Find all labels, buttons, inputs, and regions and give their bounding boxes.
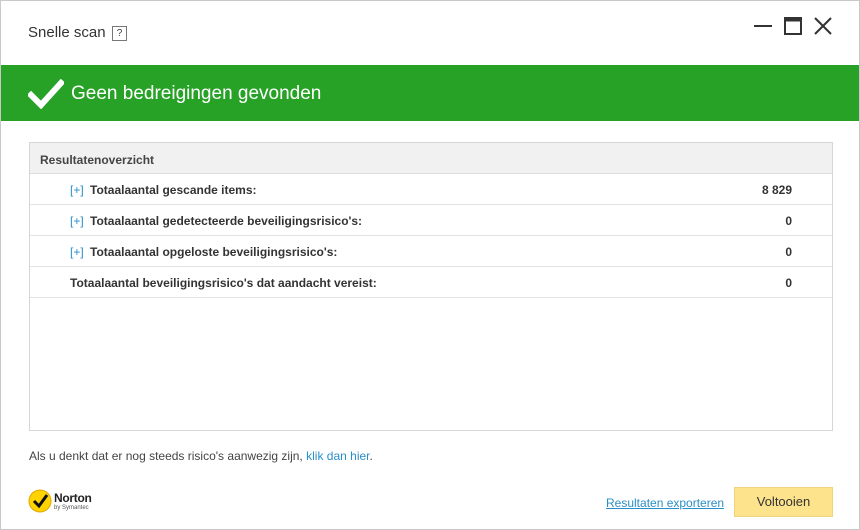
footnote-text: Als u denkt dat er nog steeds risico's a…: [29, 449, 303, 463]
maximize-icon: [784, 17, 802, 35]
close-icon: [814, 17, 832, 35]
checkmark-icon: [28, 79, 64, 109]
window-title: Snelle scan: [28, 24, 106, 41]
expand-detected-button[interactable]: [+]: [70, 214, 84, 228]
risk-footnote: Als u denkt dat er nog steeds risico's a…: [29, 449, 373, 463]
results-panel: Resultatenoverzicht [+] Totaalaantal ges…: [29, 142, 833, 431]
result-label: Totaalaantal gescande items:: [90, 183, 257, 197]
norton-brand: Norton: [54, 491, 92, 505]
help-button[interactable]: ?: [112, 26, 127, 41]
norton-badge-icon: [28, 489, 52, 513]
result-label: Totaalaantal beveiligingsrisico's dat aa…: [70, 276, 377, 290]
result-label: Totaalaantal gedetecteerde beveiligingsr…: [90, 214, 363, 228]
close-button[interactable]: [812, 15, 834, 37]
footnote-suffix: .: [369, 449, 373, 463]
result-label: Totaalaantal opgeloste beveiligingsrisic…: [90, 245, 338, 259]
click-here-link[interactable]: klik dan hier: [306, 449, 369, 463]
status-banner: Geen bedreigingen gevonden: [1, 65, 859, 121]
result-row-detected: [+] Totaalaantal gedetecteerde beveiligi…: [30, 205, 832, 236]
result-row-resolved: [+] Totaalaantal opgeloste beveiligingsr…: [30, 236, 832, 267]
result-value: 8 829: [761, 183, 792, 197]
results-header: Resultatenoverzicht: [30, 143, 832, 174]
result-value: 0: [785, 245, 792, 259]
result-row-scanned: [+] Totaalaantal gescande items: 8 829: [30, 174, 832, 205]
title-bar: Snelle scan ?: [1, 1, 859, 65]
norton-by-symantec: by Symantec: [54, 505, 89, 511]
finish-button[interactable]: Voltooien: [734, 487, 833, 517]
expand-resolved-button[interactable]: [+]: [70, 245, 84, 259]
expand-scanned-button[interactable]: [+]: [70, 183, 84, 197]
minimize-button[interactable]: [752, 15, 774, 37]
scan-window: Snelle scan ? Geen bedreigingen gevonden…: [0, 0, 860, 530]
norton-logo: Norton by Symantec: [28, 488, 108, 516]
status-message: Geen bedreigingen gevonden: [71, 83, 322, 104]
minimize-icon: [754, 25, 772, 27]
result-row-attention: Totaalaantal beveiligingsrisico's dat aa…: [30, 267, 832, 298]
result-value: 0: [785, 214, 792, 228]
maximize-button[interactable]: [782, 15, 804, 37]
result-value: 0: [785, 276, 792, 290]
export-results-link[interactable]: Resultaten exporteren: [606, 496, 724, 510]
